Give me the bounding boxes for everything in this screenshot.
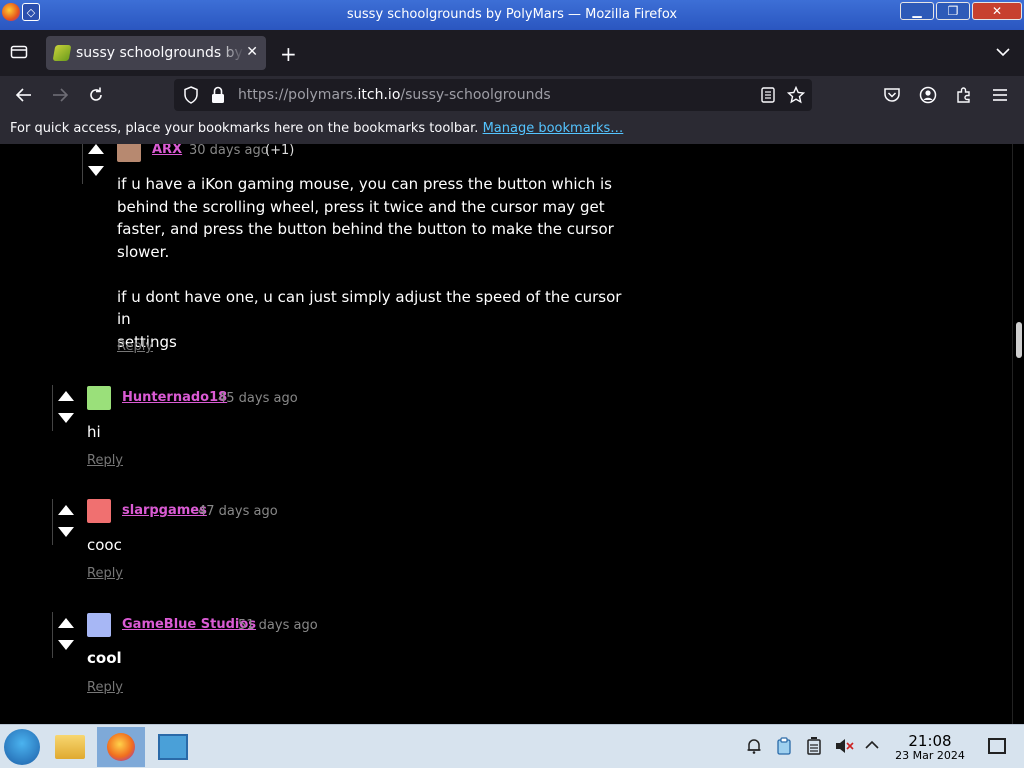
pocket-icon[interactable] xyxy=(881,84,903,106)
hamburger-menu-icon[interactable] xyxy=(989,84,1011,106)
control-panel-icon[interactable] xyxy=(149,727,197,767)
avatar[interactable] xyxy=(87,613,111,637)
avatar[interactable] xyxy=(87,386,111,410)
taskbar: 21:08 23 Mar 2024 xyxy=(0,724,1024,768)
site-favicon-icon xyxy=(52,45,72,61)
close-window-button[interactable]: ✕ xyxy=(972,2,1022,20)
back-icon[interactable] xyxy=(13,84,35,106)
comment-body: hi xyxy=(87,423,101,441)
list-all-tabs-icon[interactable] xyxy=(996,46,1010,60)
firefox-taskbar-icon[interactable] xyxy=(97,727,145,767)
minimize-button[interactable]: ▁ xyxy=(900,2,934,20)
downvote-icon[interactable] xyxy=(58,413,74,423)
reply-link[interactable]: Reply xyxy=(87,566,123,581)
tab-bar: sussy schoolgrounds by PolyMars ✕ + xyxy=(0,30,1024,76)
tracking-protection-shield-icon[interactable] xyxy=(180,84,202,106)
scrollbar-thumb[interactable] xyxy=(1016,322,1022,358)
vote-score: (+1) xyxy=(265,144,295,158)
url-path: /sussy-schoolgrounds xyxy=(400,87,551,103)
url-prefix: https://polymars. xyxy=(238,87,358,103)
comment-timestamp: 47 days ago xyxy=(198,504,278,519)
comment-username[interactable]: GameBlue Studios xyxy=(122,617,256,632)
downvote-icon[interactable] xyxy=(88,166,104,176)
url-bar[interactable]: https://polymars.itch.io/sussy-schoolgro… xyxy=(174,79,812,111)
notifications-bell-icon[interactable] xyxy=(744,737,764,757)
page-content: ARX 30 days ago (+1) if u have a iKon ga… xyxy=(0,144,1012,724)
reply-link[interactable]: Reply xyxy=(87,453,123,468)
downvote-icon[interactable] xyxy=(58,640,74,650)
reader-view-icon[interactable] xyxy=(757,84,779,106)
url-domain: itch.io xyxy=(357,87,401,103)
bookmarks-toolbar: For quick access, place your bookmarks h… xyxy=(0,114,1024,144)
comment-body: cool xyxy=(87,649,122,667)
forward-icon[interactable] xyxy=(49,84,71,106)
new-tab-button[interactable]: + xyxy=(280,42,297,66)
comment-username[interactable]: ARX xyxy=(152,144,182,157)
vote-widget xyxy=(52,499,78,545)
tab-list-icon[interactable] xyxy=(10,44,30,62)
volume-muted-icon[interactable] xyxy=(834,737,854,757)
clock-date[interactable]: 23 Mar 2024 xyxy=(887,749,973,762)
url-text: https://polymars.itch.io/sussy-schoolgro… xyxy=(238,87,551,103)
file-manager-icon[interactable] xyxy=(46,727,94,767)
reply-link[interactable]: Reply xyxy=(87,680,123,695)
comment-timestamp: 45 days ago xyxy=(218,391,298,406)
show-desktop-icon[interactable] xyxy=(988,738,1006,754)
window-title: sussy schoolgrounds by PolyMars — Mozill… xyxy=(346,7,678,22)
upvote-icon[interactable] xyxy=(88,144,104,154)
tab-label: sussy schoolgrounds by PolyMars xyxy=(76,45,244,61)
window-titlebar: ◇ sussy schoolgrounds by PolyMars — Mozi… xyxy=(0,0,1024,30)
clipboard-icon[interactable] xyxy=(774,737,794,757)
maximize-button[interactable]: ❐ xyxy=(936,2,970,20)
navigation-toolbar: https://polymars.itch.io/sussy-schoolgro… xyxy=(0,76,1024,114)
tab-active[interactable]: sussy schoolgrounds by PolyMars ✕ xyxy=(46,36,266,70)
comment-timestamp: 51 days ago xyxy=(238,618,318,633)
bookmarks-hint-text: For quick access, place your bookmarks h… xyxy=(10,121,479,136)
upvote-icon[interactable] xyxy=(58,391,74,401)
tab-close-icon[interactable]: ✕ xyxy=(246,44,258,60)
comment-username[interactable]: Hunternado18 xyxy=(122,390,227,405)
comment-timestamp: 30 days ago xyxy=(189,144,269,158)
tray-expand-chevron-icon[interactable] xyxy=(862,737,882,757)
account-icon[interactable] xyxy=(917,84,939,106)
window-controls: ▁ ❐ ✕ xyxy=(900,2,1022,20)
bookmark-star-icon[interactable] xyxy=(785,84,807,106)
reply-link[interactable]: Reply xyxy=(117,339,153,354)
lock-icon[interactable] xyxy=(207,84,229,106)
downvote-icon[interactable] xyxy=(58,527,74,537)
vote-widget xyxy=(52,385,78,431)
page-scrollbar[interactable] xyxy=(1012,144,1024,724)
reload-icon[interactable] xyxy=(85,84,107,106)
start-menu-icon[interactable] xyxy=(4,729,40,765)
comment-body: if u have a iKon gaming mouse, you can p… xyxy=(117,175,622,351)
comment-username[interactable]: slarpgames xyxy=(122,503,207,518)
vote-widget xyxy=(82,144,108,184)
upvote-icon[interactable] xyxy=(58,505,74,515)
avatar[interactable] xyxy=(117,144,141,162)
avatar[interactable] xyxy=(87,499,111,523)
upvote-icon[interactable] xyxy=(58,618,74,628)
vote-widget xyxy=(52,612,78,658)
manage-bookmarks-link[interactable]: Manage bookmarks… xyxy=(483,121,624,136)
clock-time[interactable]: 21:08 xyxy=(897,732,963,750)
battery-storage-icon[interactable] xyxy=(804,737,824,757)
extensions-icon[interactable] xyxy=(953,84,975,106)
comment-body: cooc xyxy=(87,536,122,554)
